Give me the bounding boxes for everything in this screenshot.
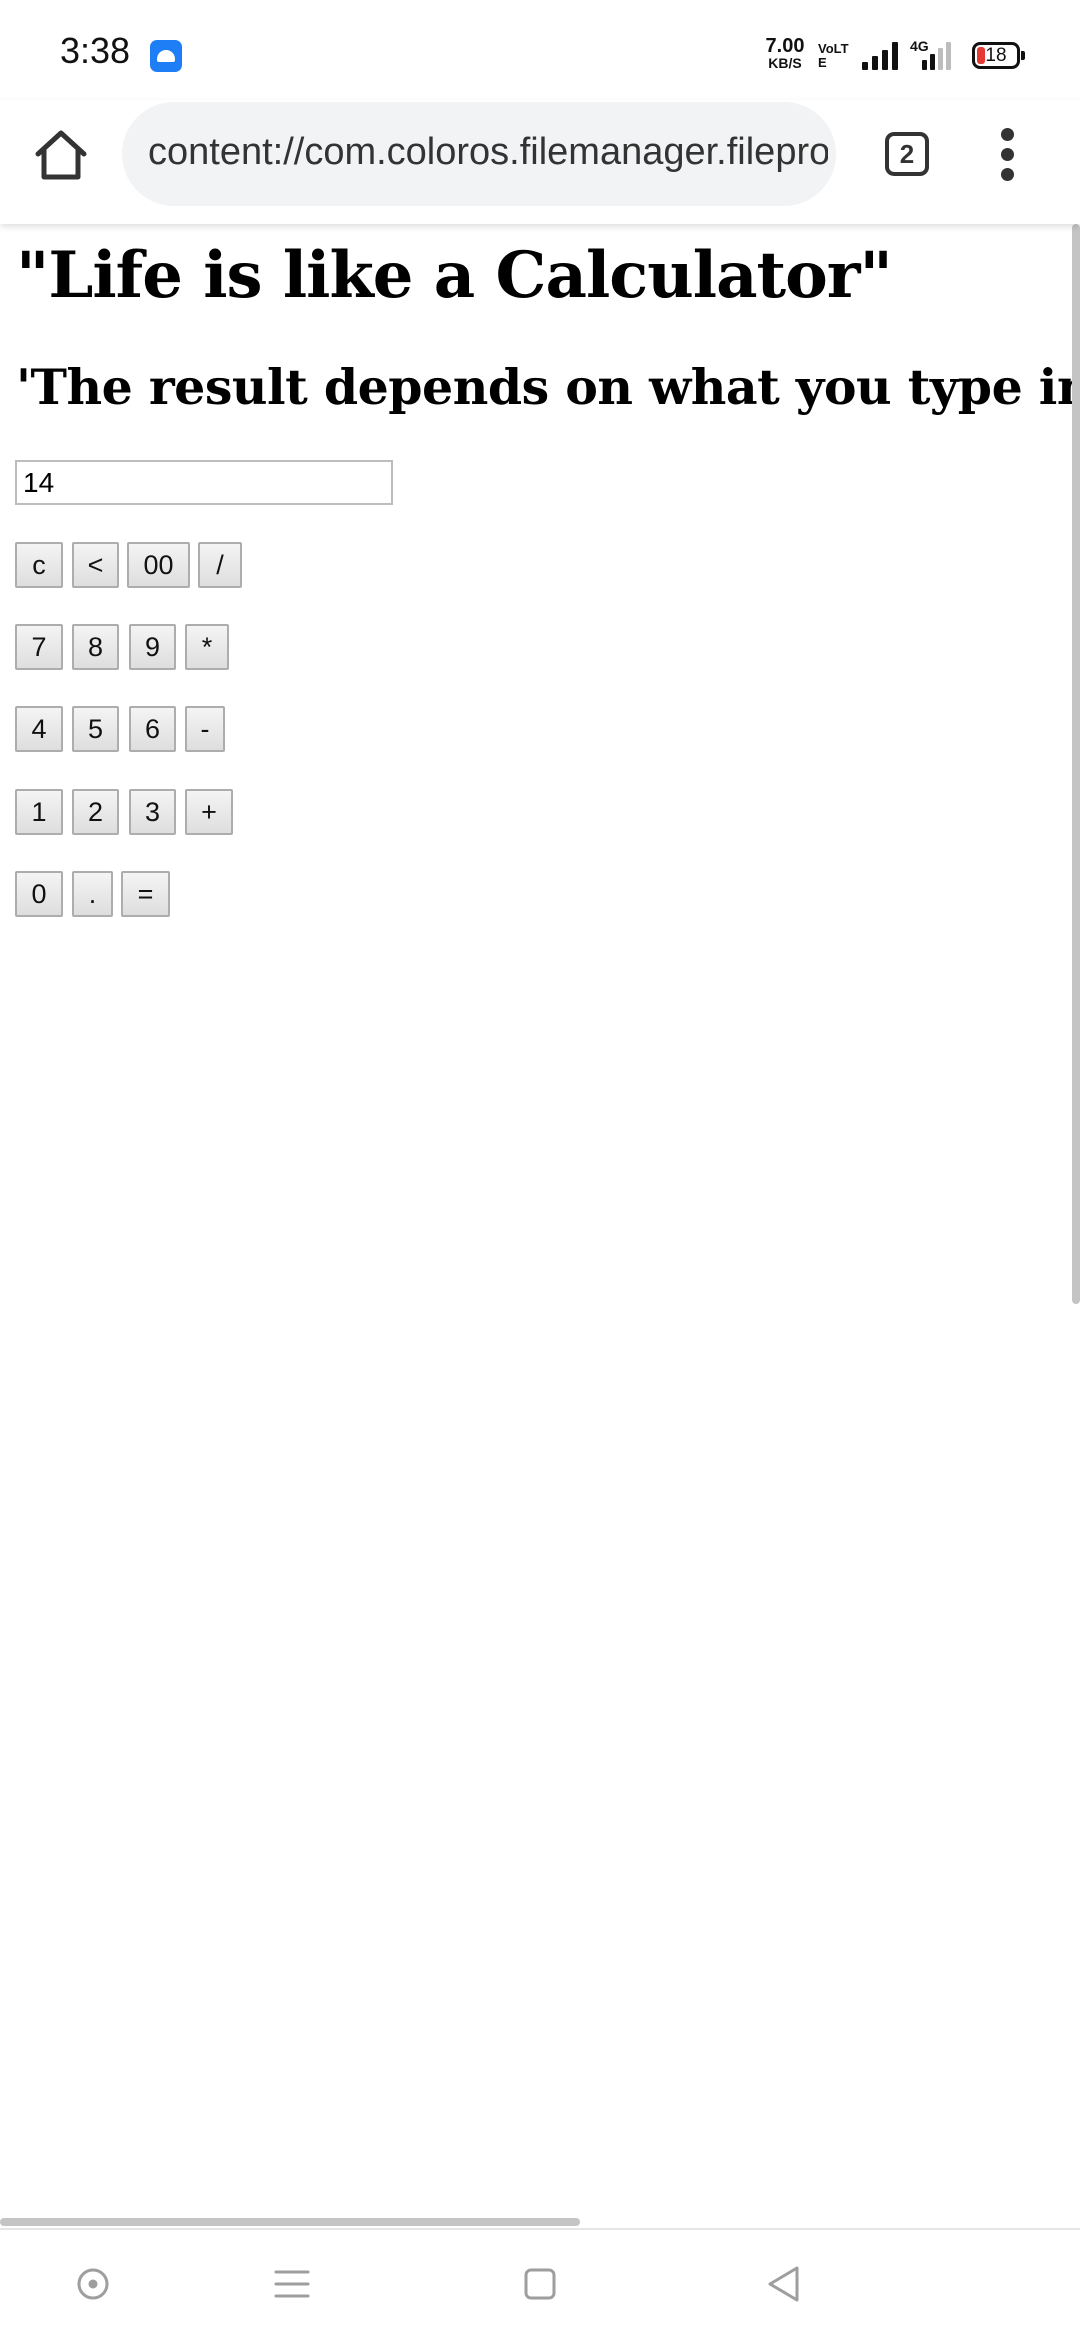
multiply-button[interactable]: * bbox=[185, 624, 229, 670]
browser-toolbar: content://com.coloros.filemanager.filepr… bbox=[0, 100, 1080, 224]
signal-4g-label: 4G bbox=[910, 38, 929, 54]
overflow-menu-button[interactable] bbox=[996, 128, 1020, 181]
web-content: "Life is like a Calculator" 'The result … bbox=[0, 224, 1080, 2214]
calculator-display[interactable]: 14 bbox=[15, 460, 393, 505]
clear-button[interactable]: c bbox=[15, 542, 63, 588]
page-subtitle: 'The result depends on what you type in' bbox=[16, 358, 1080, 416]
android-notification-icon bbox=[150, 40, 182, 72]
horizontal-scrollbar[interactable] bbox=[0, 2218, 580, 2226]
recents-menu-button[interactable] bbox=[272, 2264, 312, 2304]
home-square-icon bbox=[524, 2268, 556, 2300]
vertical-scrollbar[interactable] bbox=[1072, 224, 1080, 1304]
home-nav-button[interactable] bbox=[520, 2264, 560, 2304]
status-bar: 3:38 7.00 KB/S VoLTE 4G 18 bbox=[0, 0, 1080, 100]
add-button[interactable]: + bbox=[185, 789, 233, 835]
network-speed-value: 7.00 bbox=[765, 35, 805, 57]
back-button[interactable] bbox=[764, 2264, 804, 2304]
assistant-button[interactable] bbox=[73, 2264, 113, 2304]
network-speed-unit: KB/S bbox=[768, 55, 802, 71]
back-icon bbox=[768, 2266, 799, 2302]
digit-5-button[interactable]: 5 bbox=[72, 706, 119, 752]
digit-3-button[interactable]: 3 bbox=[129, 789, 176, 835]
digit-9-button[interactable]: 9 bbox=[129, 624, 176, 670]
volte-indicator: VoLTE bbox=[818, 41, 849, 70]
backspace-button[interactable]: < bbox=[72, 542, 119, 588]
address-bar[interactable]: content://com.coloros.filemanager.filepr… bbox=[122, 102, 836, 206]
home-icon bbox=[35, 130, 87, 180]
digit-7-button[interactable]: 7 bbox=[15, 624, 63, 670]
digit-1-button[interactable]: 1 bbox=[15, 789, 63, 835]
status-time: 3:38 bbox=[60, 30, 131, 71]
digit-0-button[interactable]: 0 bbox=[15, 871, 63, 917]
tab-switcher-button[interactable]: 2 bbox=[885, 132, 929, 176]
divide-button[interactable]: / bbox=[198, 542, 242, 588]
equals-button[interactable]: = bbox=[121, 871, 170, 917]
url-text: content://com.coloros.filemanager.filepr… bbox=[148, 131, 828, 173]
subtract-button[interactable]: - bbox=[185, 706, 225, 752]
assistant-icon bbox=[77, 2268, 109, 2300]
more-vert-icon bbox=[1001, 128, 1014, 141]
digit-6-button[interactable]: 6 bbox=[129, 706, 176, 752]
menu-icon bbox=[274, 2270, 310, 2298]
battery-level: 18 bbox=[985, 45, 1007, 66]
double-zero-button[interactable]: 00 bbox=[127, 542, 190, 588]
digit-2-button[interactable]: 2 bbox=[72, 789, 119, 835]
battery-icon: 18 bbox=[972, 42, 1025, 69]
decimal-button[interactable]: . bbox=[72, 871, 113, 917]
system-nav-bar bbox=[0, 2228, 1080, 2340]
digit-4-button[interactable]: 4 bbox=[15, 706, 63, 752]
page-title: "Life is like a Calculator" bbox=[16, 238, 893, 313]
network-speed: 7.00 KB/S bbox=[758, 35, 812, 72]
signal-strength-icon bbox=[862, 40, 898, 70]
digit-8-button[interactable]: 8 bbox=[72, 624, 119, 670]
signal-4g-icon: 4G bbox=[910, 38, 956, 70]
home-button[interactable] bbox=[30, 124, 92, 186]
